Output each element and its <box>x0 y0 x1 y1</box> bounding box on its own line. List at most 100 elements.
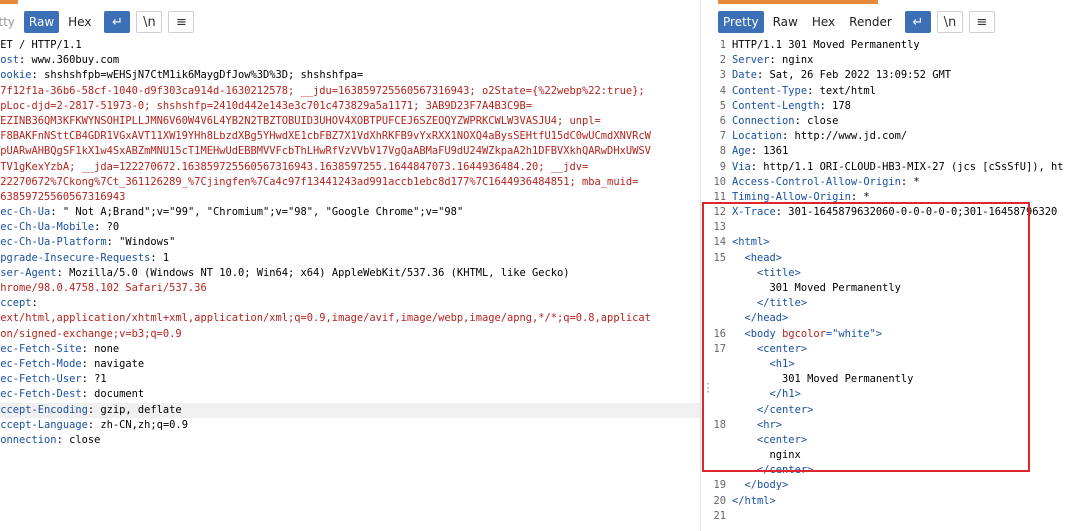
request-line: Sec-Fetch-User: ?1 <box>0 372 700 387</box>
line-number: 16 <box>713 327 726 340</box>
header-value: " Not A;Brand";v="99", "Chromium";v="98"… <box>56 206 464 219</box>
header-value: Mozilla/5.0 (Windows NT 10.0; Win64; x64… <box>62 266 570 279</box>
header-name: Host <box>0 54 20 67</box>
text <box>732 343 757 355</box>
response-line: 301 Moved Permanently <box>700 281 1080 296</box>
text: nginx <box>732 449 801 462</box>
header-value-continued: 122270672%7Ckong%7Ct_361126289_%7Cjingfe… <box>0 175 639 188</box>
request-line: b7f12f1a-36b6-58cf-1040-d9f303ca914d-163… <box>0 84 700 99</box>
header-name: Sec-Ch-Ua <box>0 206 51 219</box>
html-tag: <hr> <box>757 418 783 431</box>
header-name: Sec-Ch-Ua-Mobile <box>0 221 95 234</box>
line-number: 2 <box>719 54 726 67</box>
header-value: none <box>87 342 120 355</box>
header-name: Upgrade-Insecure-Requests <box>0 251 151 264</box>
response-line: 4 Content-Type: text/html <box>700 84 1080 99</box>
line-number: 18 <box>713 418 726 431</box>
header-value-continued: VF8BAKFnNSttCB4GDR1VGxAVT11XW19YHh8LbzdX… <box>0 130 651 143</box>
html-tag: </center> <box>757 464 814 477</box>
header-value-continued: 163859725560567316943 <box>0 190 126 203</box>
text: HTTP/1.1 301 Moved Permanently <box>732 39 920 51</box>
line-number: 13 <box>713 221 726 234</box>
header-value: ?0 <box>100 221 120 234</box>
request-line: ipLoc-djd=2-2817-51973-0; shshshfp=2410d… <box>0 99 700 114</box>
line-number: 8 <box>719 145 726 158</box>
header-value-continued: ion/signed-exchange;v=b3;q=0.9 <box>0 327 182 340</box>
response-line: nginx <box>700 448 1080 463</box>
tab-hex[interactable]: Hex <box>63 11 96 33</box>
header-value-continued: ipLoc-djd=2-2817-51973-0; shshshfp=2410d… <box>0 99 532 112</box>
header-value-continued: Chrome/98.0.4758.102 Safari/537.36 <box>0 282 207 294</box>
show-newlines-icon[interactable]: \n <box>936 11 963 33</box>
text <box>732 479 745 491</box>
request-line: VF8BAKFnNSttCB4GDR1VGxAVT11XW19YHh8LbzdX… <box>0 129 700 144</box>
line-number: 5 <box>719 99 726 112</box>
line-number: 4 <box>719 84 726 97</box>
response-line: </center> <box>700 403 1080 418</box>
tab-hex[interactable]: Hex <box>807 11 840 33</box>
request-line: Sec-Fetch-Site: none <box>0 342 700 357</box>
response-line: </h1> <box>700 387 1080 402</box>
html-tag: <center> <box>757 342 808 355</box>
response-line: </center> <box>700 463 1080 478</box>
header-name: Accept-Language <box>0 418 88 431</box>
request-line: ion/signed-exchange;v=b3;q=0.9 <box>0 327 700 342</box>
response-line: 13 <box>700 220 1080 235</box>
response-line: 15 <head> <box>700 251 1080 266</box>
request-line: Cookie: shshshfpb=wEHSjN7CtM1ik6MaygDfJo… <box>0 68 700 83</box>
header-name: Cookie <box>0 69 32 82</box>
line-number: 3 <box>719 69 726 82</box>
response-line: 301 Moved Permanently <box>700 372 1080 387</box>
tab-pretty[interactable]: Pretty <box>718 11 764 33</box>
request-line: Sec-Fetch-Mode: navigate <box>0 357 700 372</box>
response-line: 1 HTTP/1.1 301 Moved Permanently <box>700 38 1080 53</box>
text <box>732 297 757 309</box>
header-value-continued: _TV1gKexYzbA; __jda=122270672.1638597255… <box>0 160 589 173</box>
response-line: <title> <box>700 266 1080 281</box>
text <box>732 267 757 279</box>
request-line: Chrome/98.0.4758.102 Safari/537.36 <box>0 281 700 296</box>
line-number: 1 <box>719 39 726 51</box>
text: : 178 <box>819 99 851 112</box>
response-line: </head> <box>700 311 1080 326</box>
response-line: </title> <box>700 296 1080 311</box>
response-editor[interactable]: 1 HTTP/1.1 301 Moved Permanently 2 Server: … <box>700 38 1080 524</box>
header-name: Date <box>732 69 758 82</box>
request-editor[interactable]: GET / HTTP/1.1Host: www.360buy.comCookie… <box>0 38 700 448</box>
text: : http://www.jd.com/ <box>782 130 908 143</box>
text: 301 Moved Permanently <box>732 282 901 294</box>
header-name: Accept-Encoding <box>0 403 88 416</box>
wrap-lines-icon[interactable]: ↵ <box>904 11 931 33</box>
request-line: GET / HTTP/1.1 <box>0 38 700 53</box>
request-line: Accept-Language: zh-CN,zh;q=0.9 <box>0 418 700 433</box>
show-newlines-icon[interactable]: \n <box>136 11 163 33</box>
response-pane: Pretty Raw Hex Render ↵ \n ≡ 1 HTTP/1.1 3… <box>700 0 1080 531</box>
text <box>732 388 770 400</box>
header-name: Sec-Fetch-Mode <box>0 357 82 370</box>
response-line: 11 Timing-Allow-Origin: * <box>700 190 1080 205</box>
header-value-continued: VEZINB36QM3KFKWYNSOHIPLLJMN6V60W4V6L4YB2… <box>0 114 601 127</box>
text <box>732 464 757 476</box>
request-line: Accept: <box>0 296 700 311</box>
header-name: Location <box>732 130 783 143</box>
tab-pretty[interactable]: etty <box>0 11 20 33</box>
menu-icon[interactable]: ≡ <box>168 11 195 33</box>
response-line: 17 <center> <box>700 342 1080 357</box>
drag-handle-icon[interactable]: · · · <box>705 380 711 398</box>
response-line: 5 Content-Length: 178 <box>700 99 1080 114</box>
header-value: close <box>62 433 101 446</box>
header-value: zh-CN,zh;q=0.9 <box>94 418 188 431</box>
tab-raw[interactable]: Raw <box>768 11 803 33</box>
header-name: Timing-Allow-Origin <box>732 190 851 203</box>
response-line: 6 Connection: close <box>700 114 1080 129</box>
line-number: 7 <box>719 130 726 143</box>
tab-render[interactable]: Render <box>844 11 897 33</box>
wrap-lines-icon[interactable]: ↵ <box>104 11 131 33</box>
menu-icon[interactable]: ≡ <box>968 11 995 33</box>
tab-raw[interactable]: Raw <box>23 11 60 33</box>
line-number: 14 <box>713 236 726 249</box>
text <box>732 358 770 370</box>
line-number: 17 <box>713 342 726 355</box>
request-toolbar: etty Raw Hex ↵ \n ≡ <box>0 11 196 33</box>
header-colon: : <box>31 297 38 310</box>
